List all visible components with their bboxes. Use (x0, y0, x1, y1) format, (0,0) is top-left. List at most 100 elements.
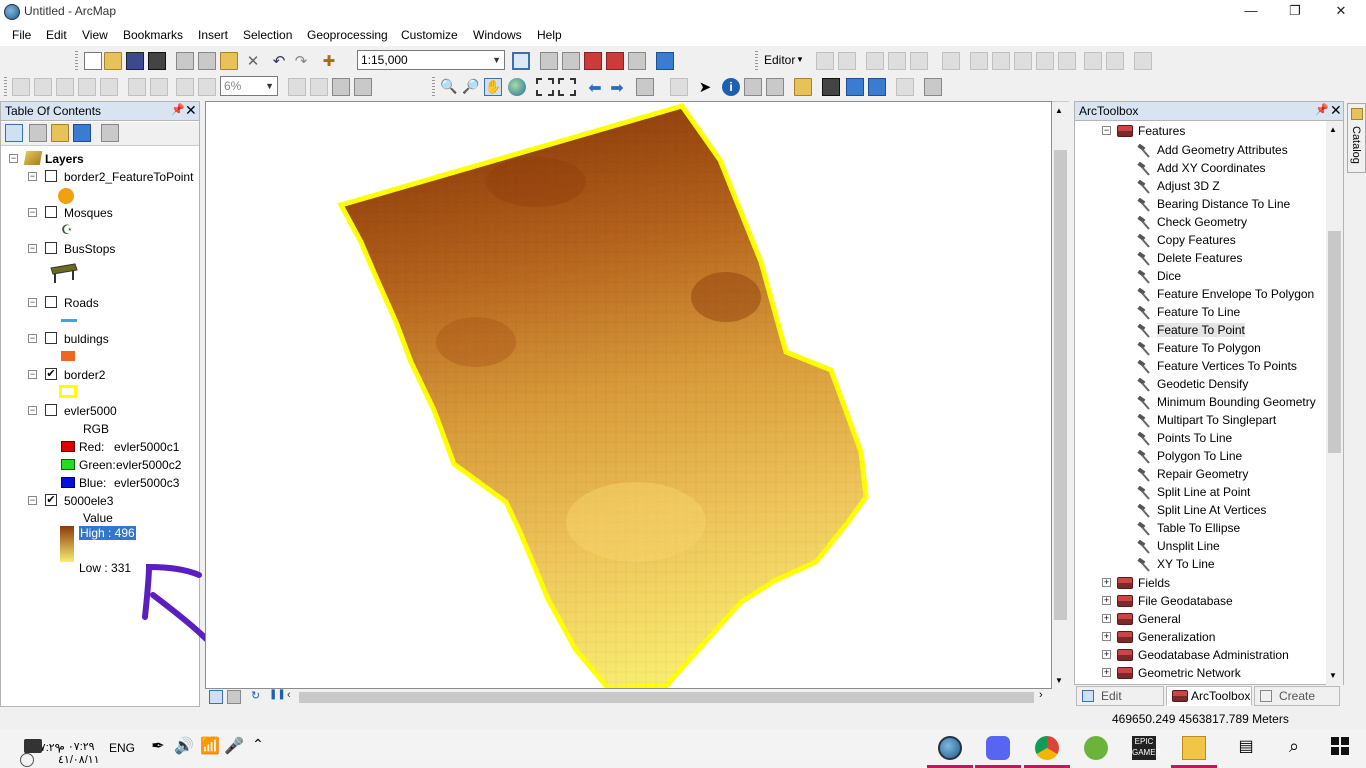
redo-icon[interactable]: ↷ (292, 52, 310, 70)
collapse-icon[interactable]: − (1102, 126, 1111, 135)
layer-row[interactable]: − ✔ border2 (1, 366, 199, 384)
identify-icon[interactable]: i (722, 78, 740, 96)
rotate-icon[interactable] (1036, 52, 1054, 70)
editor-options-icon[interactable] (1134, 52, 1152, 70)
straight-segment-icon[interactable] (866, 52, 884, 70)
time-slider-icon[interactable] (896, 78, 914, 96)
cut-icon[interactable] (176, 52, 194, 70)
map-scroll-thumb[interactable] (1054, 150, 1067, 620)
collapse-icon[interactable]: − (28, 370, 37, 379)
editor-menu[interactable]: Editor (764, 53, 795, 67)
notification-center-icon[interactable] (24, 739, 42, 753)
toolset-item[interactable]: Generalization (1138, 630, 1215, 644)
editor-toolbar-grip[interactable] (755, 51, 758, 71)
select-elements-icon[interactable]: ➤ (696, 78, 714, 96)
layer-row[interactable]: − buldings (1, 330, 199, 348)
tab-create-features[interactable]: Create Fe... (1254, 686, 1340, 721)
go-to-xy-icon[interactable] (868, 78, 886, 96)
end-point-arc-icon[interactable] (888, 52, 906, 70)
expand-icon[interactable]: + (1102, 668, 1111, 677)
copy-icon[interactable] (198, 52, 216, 70)
toolset-features[interactable]: Features (1138, 124, 1185, 138)
menu-customize[interactable]: Customize (401, 28, 458, 42)
tab-edit-sketch[interactable]: Edit Sketc... (1076, 686, 1164, 721)
attributes-icon[interactable] (1058, 52, 1076, 70)
search-window-icon[interactable] (584, 52, 602, 70)
list-by-drawing-order-icon[interactable] (5, 124, 23, 142)
catalog-side-tab[interactable]: Catalog (1347, 103, 1366, 173)
layer-visibility-checkbox[interactable] (45, 332, 57, 344)
layer-row[interactable]: − BusStops (1, 240, 199, 258)
map-horizontal-scroll-thumb[interactable] (299, 692, 1034, 703)
qgis-icon[interactable] (1084, 736, 1108, 760)
layout-zoom-in-icon[interactable] (12, 78, 30, 96)
clear-selection-icon[interactable] (670, 78, 688, 96)
minimize-button[interactable]: — (1228, 0, 1274, 24)
zoom-in-icon[interactable]: 🔍 (440, 78, 458, 96)
close-panel-icon[interactable]: ✕ (1330, 102, 1342, 119)
layers-root[interactable]: − Layers (1, 150, 191, 168)
time-label-ar[interactable]: ٠٧:٢٩ م (58, 740, 95, 753)
toc-options-icon[interactable] (101, 124, 119, 142)
discord-icon[interactable] (986, 736, 1010, 760)
list-by-source-icon[interactable] (29, 124, 47, 142)
layout-pan-icon[interactable] (56, 78, 74, 96)
collapse-icon[interactable]: − (28, 208, 37, 217)
map-scale-combo[interactable]: 1:15,000 ▼ (357, 50, 505, 70)
layer-row[interactable]: − Roads (1, 294, 199, 312)
restore-button[interactable]: ❐ (1272, 0, 1318, 24)
arcmap-taskbar-icon[interactable] (938, 736, 962, 760)
viewer-window-icon[interactable] (924, 78, 942, 96)
toolset-item[interactable]: Geometric Network (1138, 666, 1241, 680)
find-icon[interactable] (822, 78, 840, 96)
catalog-window-icon[interactable] (562, 52, 580, 70)
pause-drawing-icon[interactable]: ❚❚ (269, 689, 286, 703)
reshape-icon[interactable] (970, 52, 988, 70)
toolset-item[interactable]: Fields (1138, 576, 1170, 590)
delete-icon[interactable]: ✕ (244, 52, 262, 70)
edit-tool-icon[interactable] (816, 52, 834, 70)
toolbox-scroll-thumb[interactable] (1328, 231, 1341, 453)
expand-icon[interactable]: + (1102, 632, 1111, 641)
date-label[interactable]: ٤١/٠٨/١١ (58, 753, 100, 766)
arctoolbox-icon[interactable] (606, 52, 624, 70)
pen-icon[interactable]: ✒ (146, 736, 170, 760)
go-forward-icon[interactable]: ➡ (608, 78, 626, 97)
chrome-icon[interactable] (1035, 736, 1059, 760)
pan-icon[interactable]: ✋ (484, 78, 502, 96)
edit-annotation-icon[interactable] (838, 52, 856, 70)
undo-icon[interactable]: ↶ (270, 52, 288, 70)
toolset-item[interactable]: File Geodatabase (1138, 594, 1233, 608)
layer-visibility-checkbox[interactable] (45, 206, 57, 218)
fixed-zoom-out-icon[interactable] (150, 78, 168, 96)
layout-view-icon[interactable] (227, 690, 241, 704)
find-route-icon[interactable] (846, 78, 864, 96)
zoom-100-percent-icon[interactable] (100, 78, 118, 96)
menu-geoprocessing[interactable]: Geoprocessing (307, 28, 388, 42)
toolset-item[interactable]: Geodatabase Administration (1138, 648, 1289, 662)
layer-row[interactable]: − evler5000 (1, 402, 199, 420)
fixed-zoom-out-map-icon[interactable] (558, 78, 576, 96)
layer-visibility-checkbox[interactable] (45, 170, 57, 182)
scroll-down-icon[interactable]: ▼ (1055, 676, 1063, 685)
layer-visibility-checkbox[interactable] (45, 242, 57, 254)
zoom-whole-page-icon[interactable] (78, 78, 96, 96)
editor-dropdown-icon[interactable]: ▼ (796, 55, 804, 64)
close-panel-icon[interactable]: ✕ (185, 102, 197, 119)
go-back-icon[interactable]: ⬅ (586, 78, 604, 97)
cut-polygons-icon[interactable] (992, 52, 1010, 70)
expand-icon[interactable]: + (1102, 578, 1111, 587)
save-icon[interactable] (126, 52, 144, 70)
tools-toolbar-grip[interactable] (432, 77, 435, 97)
sketch-properties-icon[interactable] (1084, 52, 1102, 70)
trace-icon[interactable] (910, 52, 928, 70)
chevron-up-icon[interactable]: ⌃ (246, 736, 270, 760)
layout-zoom-out-icon[interactable] (34, 78, 52, 96)
list-by-visibility-icon[interactable] (51, 124, 69, 142)
data-driven-pages-icon[interactable] (354, 78, 372, 96)
table-of-contents-icon[interactable] (540, 52, 558, 70)
layer-visibility-checkbox[interactable]: ✔ (45, 494, 57, 506)
toolbar-grip[interactable] (4, 77, 7, 97)
tab-arctoolbox[interactable]: ArcToolbox (1166, 686, 1252, 706)
pin-icon[interactable]: 📌 (171, 103, 185, 116)
